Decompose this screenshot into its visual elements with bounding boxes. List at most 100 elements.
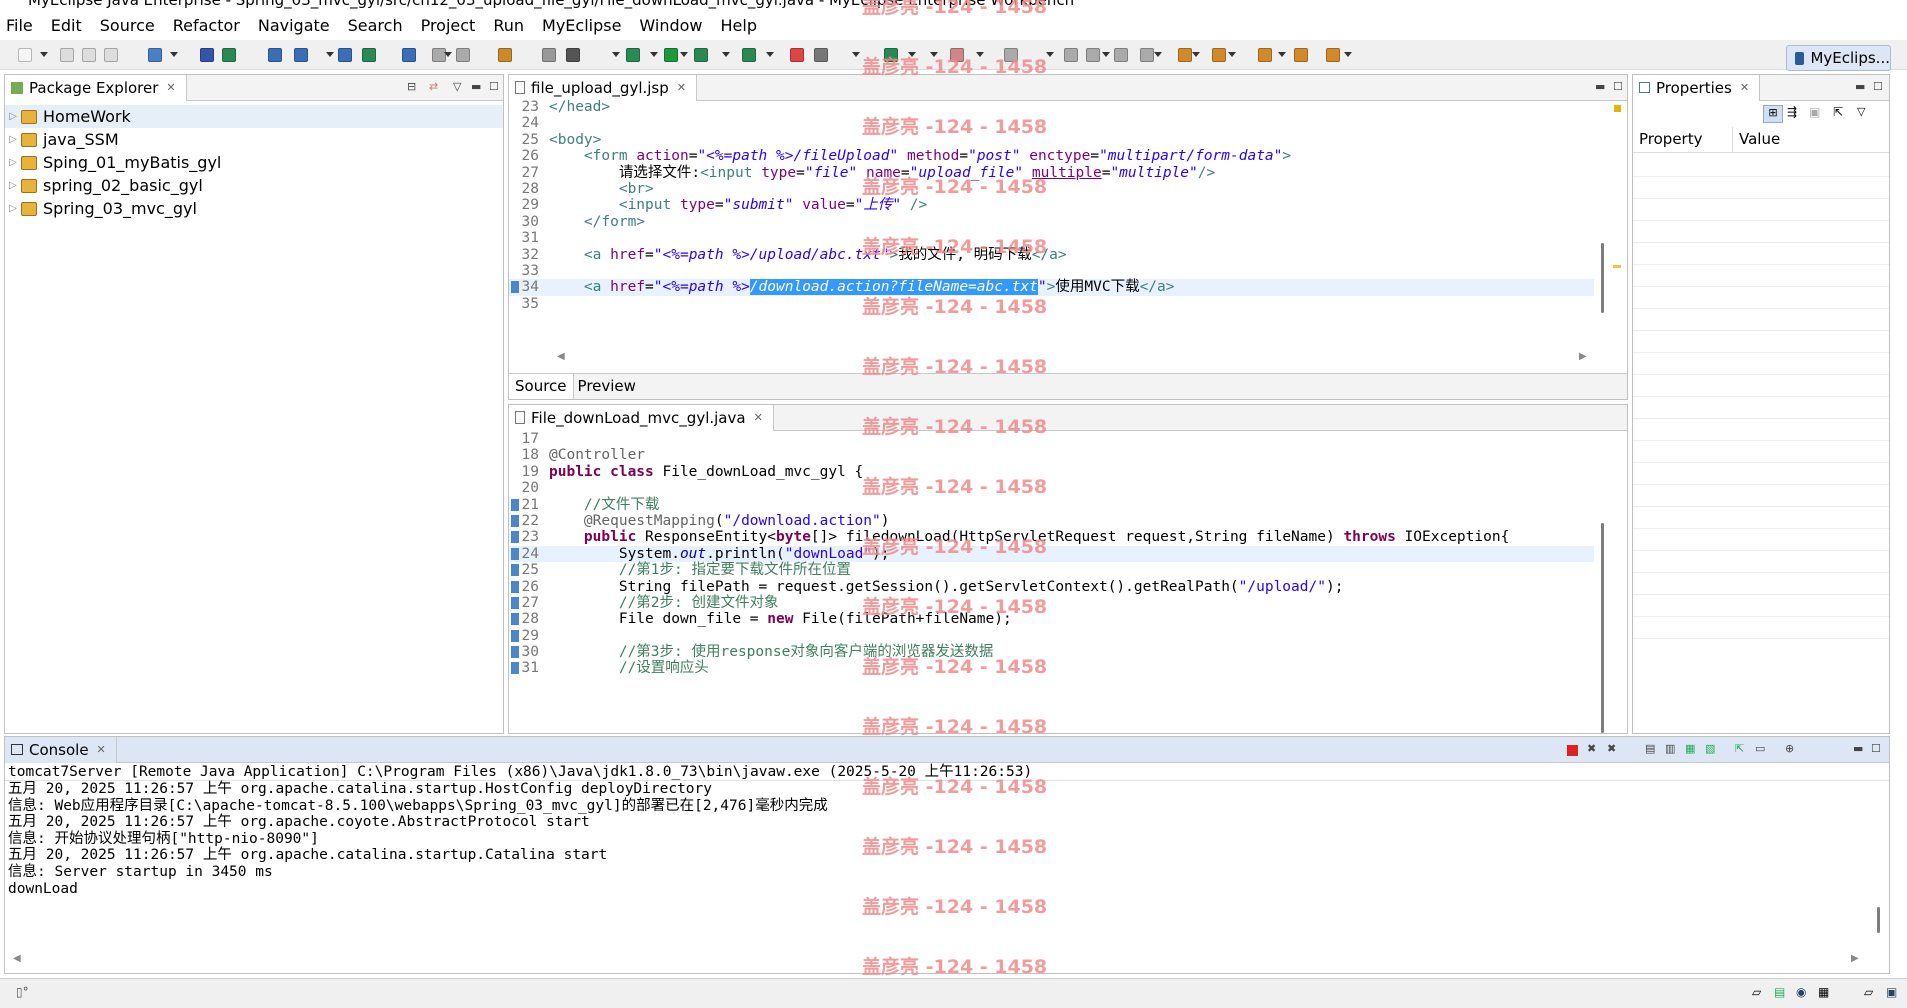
menu-search[interactable]: Search	[348, 16, 403, 35]
format-icon[interactable]	[1086, 48, 1100, 62]
view-menu-icon[interactable]: ▽	[453, 80, 461, 93]
maximize-icon[interactable]: ☐	[1873, 80, 1883, 93]
tab-file-download-java[interactable]: File_downLoad_mvc_gyl.java ✕	[509, 404, 774, 431]
scroll-right-icon[interactable]: ▶	[1579, 351, 1587, 362]
chevron-down-icon[interactable]	[766, 52, 774, 57]
tab-preview[interactable]: Preview	[574, 374, 640, 399]
new-server-icon[interactable]	[498, 48, 512, 62]
menu-file[interactable]: File	[6, 16, 33, 35]
link-with-editor-icon[interactable]: ⇄	[429, 80, 438, 93]
external-tools-icon[interactable]	[742, 48, 756, 62]
browse-icon[interactable]	[338, 48, 352, 62]
new-project-icon[interactable]	[148, 48, 162, 62]
close-icon[interactable]: ✕	[754, 411, 763, 424]
last-edit-icon[interactable]	[1140, 48, 1154, 62]
tab-properties[interactable]: Properties ✕	[1633, 74, 1761, 101]
code-line[interactable]: 26 <form action="<%=path %>/fileUpload" …	[509, 148, 1594, 164]
chevron-right-icon[interactable]: ▷	[5, 203, 21, 214]
minimize-icon[interactable]: ▬	[1855, 80, 1865, 93]
collapse-all-icon[interactable]: ⊟	[407, 80, 416, 93]
scroll-left-icon[interactable]: ◀	[557, 351, 565, 362]
chevron-right-icon[interactable]: ▷	[5, 111, 21, 122]
code-line[interactable]: 33	[509, 263, 1594, 279]
outline-icon[interactable]	[1114, 48, 1128, 62]
code-line[interactable]: 30 //第3步: 使用response对象向客户端的浏览器发送数据	[509, 644, 1594, 660]
scroll-lock-icon[interactable]: ▥	[1665, 742, 1675, 755]
tab-package-explorer[interactable]: Package Explorer ✕	[5, 74, 187, 101]
deploy-icon[interactable]	[566, 48, 580, 62]
chevron-down-icon[interactable]	[722, 52, 730, 57]
display-console-icon[interactable]: ▭	[1755, 742, 1765, 755]
save-all-icon[interactable]	[82, 48, 96, 62]
menu-run[interactable]: Run	[493, 16, 524, 35]
menu-project[interactable]: Project	[421, 16, 476, 35]
chevron-down-icon[interactable]	[1278, 52, 1286, 57]
code-line[interactable]: 25 <body>	[509, 132, 1594, 148]
forward-icon[interactable]	[456, 48, 470, 62]
code-line[interactable]: 19 public class File_downLoad_mvc_gyl {	[509, 464, 1594, 480]
menu-edit[interactable]: Edit	[51, 16, 82, 35]
perspective-myeclipse-button[interactable]: MyEclips...	[1786, 45, 1891, 71]
chevron-right-icon[interactable]: ▷	[5, 157, 21, 168]
maximize-icon[interactable]: ☐	[1871, 742, 1881, 755]
nav-forward-history-icon[interactable]	[1294, 48, 1308, 62]
debug-icon[interactable]	[626, 48, 640, 62]
open-search-icon[interactable]	[294, 48, 308, 62]
misc-icon[interactable]	[1326, 48, 1340, 62]
project-tools-icon[interactable]	[814, 48, 828, 62]
refresh-icon[interactable]	[362, 48, 376, 62]
code-line[interactable]: 28 File down_file = new File(filePath+fi…	[509, 611, 1594, 627]
chevron-down-icon[interactable]	[680, 52, 688, 57]
restore-default-icon[interactable]: ▣	[1809, 105, 1820, 119]
code-line[interactable]: 27 //第2步: 创建文件对象	[509, 595, 1594, 611]
console-vertical-scrollbar[interactable]	[1877, 907, 1880, 933]
fast-view-icon[interactable]: ▯°	[16, 985, 29, 999]
nav-back-history-icon[interactable]	[1212, 48, 1226, 62]
open-console-icon[interactable]: ⊕	[1785, 742, 1794, 755]
maximize-icon[interactable]: ☐	[489, 80, 499, 93]
open-type-icon[interactable]	[200, 48, 214, 62]
nav-forward-icon[interactable]	[1258, 48, 1272, 62]
menu-source[interactable]: Source	[100, 16, 155, 35]
java-vertical-scrollbar[interactable]	[1601, 523, 1604, 733]
minimize-icon[interactable]: ▬	[471, 80, 481, 93]
status-icon-5[interactable]: ▱	[1864, 985, 1873, 999]
code-line[interactable]: 17	[509, 431, 1594, 447]
status-icon-1[interactable]: ▱	[1752, 985, 1761, 999]
new-icon[interactable]	[18, 48, 32, 62]
close-icon[interactable]: ✕	[166, 81, 175, 94]
server-config-icon[interactable]	[542, 48, 556, 62]
code-line[interactable]: 29	[509, 628, 1594, 644]
code-line[interactable]: 24	[509, 115, 1594, 131]
run-icon[interactable]	[664, 48, 678, 62]
terminate-icon[interactable]	[790, 48, 804, 62]
code-line[interactable]: 26 String filePath = request.getSession(…	[509, 579, 1594, 595]
code-line[interactable]: 29 <input type="submit" value="上传" />	[509, 197, 1594, 213]
minimize-icon[interactable]: ▬	[1595, 80, 1605, 93]
chevron-right-icon[interactable]: ▷	[5, 134, 21, 145]
scroll-right-icon[interactable]: ▶	[1851, 953, 1859, 964]
print-icon[interactable]	[104, 48, 118, 62]
tab-file-upload-jsp[interactable]: file_upload_gyl.jsp ✕	[509, 74, 697, 101]
status-icon-2[interactable]: ▤	[1774, 985, 1785, 999]
code-line[interactable]: 23 public ResponseEntity<byte[]> filedow…	[509, 529, 1594, 545]
jsp-horizontal-scrollbar[interactable]: ◀ ▶	[509, 351, 1599, 365]
status-icon-6[interactable]: ▣	[1886, 985, 1897, 999]
tab-source[interactable]: Source	[509, 374, 574, 399]
save-icon[interactable]	[60, 48, 74, 62]
pin-icon[interactable]: ⇱	[1833, 105, 1843, 119]
pin-console-icon[interactable]: ⇱	[1735, 742, 1744, 755]
chevron-down-icon[interactable]	[1046, 52, 1054, 57]
code-line[interactable]: 28 <br>	[509, 181, 1594, 197]
tree-item-project[interactable]: ▷ Sping_01_myBatis_gyl	[5, 151, 503, 174]
chevron-down-icon[interactable]	[444, 52, 452, 57]
chevron-down-icon[interactable]	[1228, 52, 1236, 57]
chevron-down-icon[interactable]	[1344, 52, 1352, 57]
close-icon[interactable]: ✕	[677, 81, 686, 94]
categories-icon[interactable]: ⊞	[1763, 105, 1783, 123]
chevron-down-icon[interactable]	[852, 52, 860, 57]
chevron-down-icon[interactable]	[1154, 52, 1162, 57]
chevron-down-icon[interactable]	[650, 52, 658, 57]
word-wrap-icon[interactable]: ▦	[1685, 742, 1695, 755]
show-on-output-icon[interactable]: ▧	[1705, 742, 1715, 755]
